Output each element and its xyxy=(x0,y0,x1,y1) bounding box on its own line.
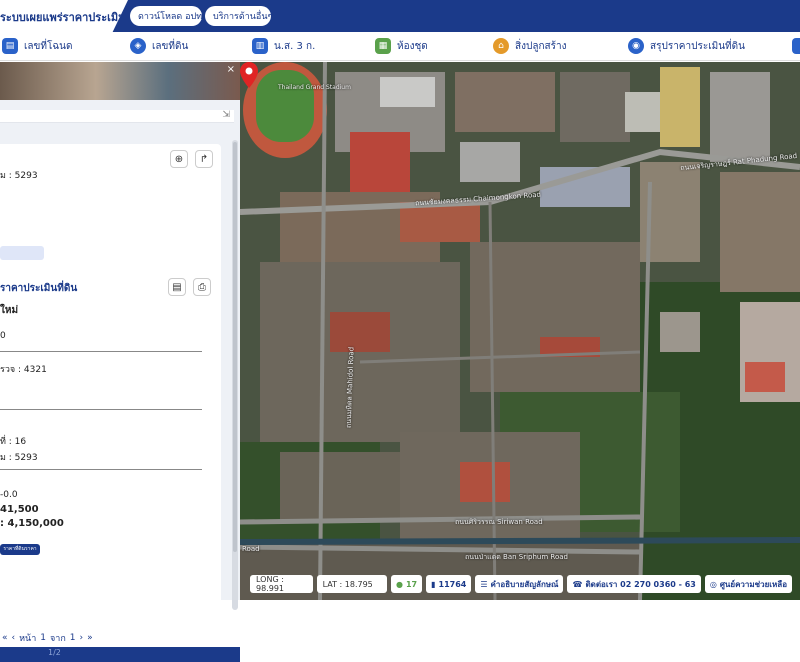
prev-page-button[interactable]: ‹ xyxy=(12,633,16,643)
panel-footer: 1/2 xyxy=(0,647,240,662)
road-label: ถนนป่าแดด Ban Sriphum Road xyxy=(465,553,568,561)
top-bar: ระบบเผยแพร่ราคาประเมินทรัพย์สิน ดาวน์โหล… xyxy=(0,0,800,32)
number-field: ที่ : 16 xyxy=(0,437,27,447)
download-button[interactable]: ดาวน์โหลด อปท. xyxy=(130,6,206,26)
menu-label: เลขที่ดิน xyxy=(152,40,189,52)
of-label: จาก xyxy=(50,634,66,644)
menu-label: ห้องชุด xyxy=(397,40,428,52)
services-button[interactable]: บริการด้านอื่นๆ xyxy=(205,6,273,26)
list-icon: ☰ xyxy=(480,579,488,589)
pagination: « ‹ หน้า 1 จาก 1 › » xyxy=(0,631,240,645)
last-page-button[interactable]: » xyxy=(87,633,93,643)
close-icon[interactable]: × xyxy=(227,64,235,75)
support-label: ศูนย์ความช่วยเหลือ xyxy=(719,579,787,589)
building-icon: ▦ xyxy=(375,38,391,54)
price-badge[interactable]: ราคาที่ดินราคาเฉลี่ย xyxy=(0,544,40,555)
more-icon xyxy=(792,38,800,54)
survey-field: รวจ : 4321 xyxy=(0,365,47,375)
legend-button[interactable]: ☰ คำอธิบายสัญลักษณ์ xyxy=(475,575,564,593)
menu-label: สิ่งปลูกสร้าง xyxy=(515,40,567,52)
user-count-chip: ● 17 xyxy=(391,575,423,593)
highlight-pill xyxy=(0,246,44,260)
footer-text: 1/2 xyxy=(48,648,61,657)
menu-label: เลขที่โฉนด xyxy=(24,40,73,52)
road-label: ถนนศิริวรรณ Siriwan Road xyxy=(455,518,543,526)
turn-arrow-icon: ↱ xyxy=(199,153,209,165)
navigate-button[interactable]: ↱ xyxy=(195,150,213,168)
latitude-readout: LAT : 18.795 xyxy=(316,575,387,593)
report-icon: ▤ xyxy=(172,281,182,293)
page-label: หน้า xyxy=(19,634,37,644)
user-count: 17 xyxy=(405,579,418,589)
stadium-label: Thailand Grand Stadium xyxy=(278,84,351,91)
print-button[interactable]: ⎙ xyxy=(193,278,211,296)
document-icon: ▤ xyxy=(2,38,18,54)
value-field: 0 xyxy=(0,331,6,341)
chart-icon: ◉ xyxy=(628,38,644,54)
house-icon: ⌂ xyxy=(493,38,509,54)
user-icon: ● xyxy=(396,579,403,589)
longitude-readout: LONG : 98.991 xyxy=(250,575,313,593)
map-status-bar: LONG : 98.991 LAT : 18.795 ● 17 ▮ 11764 … xyxy=(250,573,796,595)
search-row[interactable]: ⇲ xyxy=(0,110,234,123)
services-label: บริการด้านอื่นๆ xyxy=(213,12,273,22)
phone-icon: ☎ xyxy=(572,579,583,589)
scrollbar-thumb[interactable] xyxy=(233,142,237,552)
legend-label: คำอธิบายสัญลักษณ์ xyxy=(490,579,559,589)
visit-count: 11764 xyxy=(438,579,467,589)
section-title: ราคาประเมินที่ดิน xyxy=(0,283,78,294)
download-label: ดาวน์โหลด อปท. xyxy=(138,12,206,22)
layers-icon: ◈ xyxy=(130,38,146,54)
menu-item-land-number[interactable]: ◈ เลขที่ดิน xyxy=(130,37,188,55)
menu-item-construction[interactable]: ⌂ สิ่งปลูกสร้าง xyxy=(493,37,567,55)
next-page-button[interactable]: › xyxy=(80,633,84,643)
locate-button[interactable]: ⊕ xyxy=(170,150,188,168)
app-title-box: ระบบเผยแพร่ราคาประเมินทรัพย์สิน xyxy=(0,0,128,32)
report-button[interactable]: ▤ xyxy=(168,278,186,296)
result-card: ⊕ ↱ ม : 5293 ราคาประเมินที่ดิน ▤ ⎙ ใหม่ … xyxy=(0,144,221,622)
current-page[interactable]: 1 xyxy=(40,633,46,643)
menu-item-ns3k[interactable]: ▥ น.ส. 3 ก. xyxy=(252,37,315,55)
location-pin-icon[interactable] xyxy=(240,62,258,88)
price-per-unit: 41,500 xyxy=(0,504,39,515)
headset-icon: ◎ xyxy=(709,579,717,589)
first-page-button[interactable]: « xyxy=(2,633,8,643)
menu-label: สรุปราคาประเมินที่ดิน xyxy=(650,40,745,52)
support-button[interactable]: ◎ ศูนย์ความช่วยเหลือ xyxy=(704,575,792,593)
target-icon: ⊕ xyxy=(174,153,184,165)
menu-item-condo[interactable]: ▦ ห้องชุด xyxy=(375,37,428,55)
printer-icon: ⎙ xyxy=(198,281,206,293)
satellite-map[interactable]: ถนนชัยมงคลธรรม Chaimongkon Road ถนนเจริญ… xyxy=(240,62,800,600)
divider xyxy=(0,469,202,470)
menu-label: น.ส. 3 ก. xyxy=(274,40,316,52)
total-price: : 4,150,000 xyxy=(0,518,64,529)
menu-item-more[interactable] xyxy=(792,37,800,55)
chart-icon: ▮ xyxy=(431,579,436,589)
road-label: Road xyxy=(242,545,260,553)
collapse-icon[interactable]: ⇲ xyxy=(222,110,230,120)
total-pages: 1 xyxy=(69,633,76,643)
area-field: -0.0 xyxy=(0,490,18,500)
contact-label: ติดต่อเรา 02 270 0360 - 63 xyxy=(585,579,696,589)
menu-bar: ▤ เลขที่โฉนด ◈ เลขที่ดิน ▥ น.ส. 3 ก. ▦ ห… xyxy=(0,32,800,61)
parcel-field-2: ม : 5293 xyxy=(0,453,38,463)
menu-item-deed-number[interactable]: ▤ เลขที่โฉนด xyxy=(2,37,73,55)
visit-count-chip: ▮ 11764 xyxy=(426,575,472,593)
side-panel: × ⇲ ⊕ ↱ ม : 5293 ราคาประเมินที่ดิน ▤ ⎙ ใ… xyxy=(0,62,240,662)
divider xyxy=(0,351,202,352)
district-name: ใหม่ xyxy=(0,305,19,316)
menu-item-summary[interactable]: ◉ สรุปราคาประเมินที่ดิน xyxy=(628,37,745,55)
parcel-field: ม : 5293 xyxy=(0,171,38,181)
book-icon: ▥ xyxy=(252,38,268,54)
contact-chip[interactable]: ☎ ติดต่อเรา 02 270 0360 - 63 xyxy=(567,575,701,593)
panel-banner-image: × xyxy=(0,62,240,100)
divider xyxy=(0,409,202,410)
panel-scrollbar[interactable] xyxy=(232,140,238,610)
